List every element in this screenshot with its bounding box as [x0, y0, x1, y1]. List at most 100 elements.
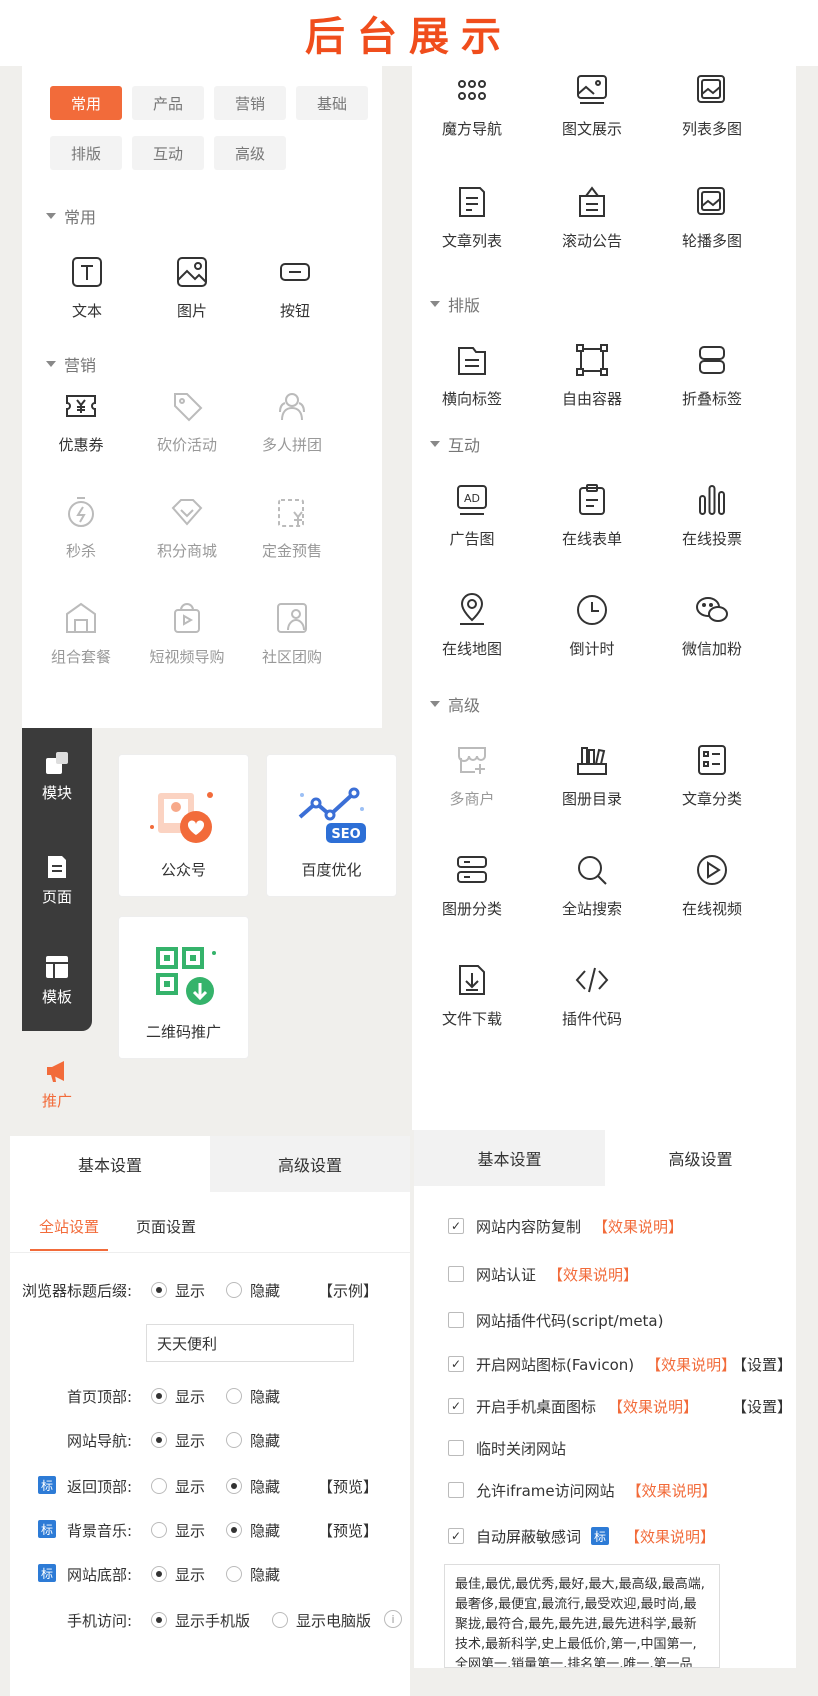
check-plugin-code[interactable]: 网站插件代码(script/meta)	[448, 1308, 663, 1332]
radio-footer-show[interactable]: 显示	[151, 1562, 205, 1586]
component-flash-sale[interactable]: 秒杀	[26, 492, 136, 572]
radio-footer-hide[interactable]: 隐藏	[226, 1562, 280, 1586]
component-community[interactable]: 社区团购	[237, 598, 347, 678]
component-album-catalog[interactable]: 图册目录	[537, 740, 647, 820]
component-short-video[interactable]: 短视频导购	[132, 598, 242, 678]
component-online-video[interactable]: 在线视频	[657, 850, 767, 930]
component-countdown[interactable]: 倒计时	[537, 590, 647, 670]
component-ad-image[interactable]: AD 广告图	[417, 480, 527, 560]
info-icon[interactable]: i	[384, 1610, 402, 1628]
section-header-interact[interactable]: 互动	[430, 432, 480, 456]
check-iframe[interactable]: 允许iframe访问网站 【效果说明】	[448, 1478, 717, 1502]
effect-link[interactable]: 【效果说明】	[548, 1264, 638, 1285]
component-plugin-code[interactable]: 插件代码	[537, 960, 647, 1040]
component-button[interactable]: 按钮	[240, 252, 350, 332]
component-online-vote[interactable]: 在线投票	[657, 480, 767, 560]
component-site-search[interactable]: 全站搜索	[537, 850, 647, 930]
component-online-map[interactable]: 在线地图	[417, 590, 527, 670]
section-header-advanced[interactable]: 高级	[430, 692, 480, 716]
component-fold-tabs[interactable]: 折叠标签	[657, 340, 767, 420]
sidebar-item-pages[interactable]: 页面	[22, 854, 92, 907]
radio-music-show[interactable]: 显示	[151, 1518, 205, 1542]
subtab-page[interactable]: 页面设置	[136, 1216, 196, 1237]
example-link[interactable]: 【示例】	[318, 1278, 378, 1302]
radio-home-top-show[interactable]: 显示	[151, 1384, 205, 1408]
promo-card-baidu-seo[interactable]: SEO 百度优化	[266, 754, 397, 897]
category-chip-interact[interactable]: 互动	[132, 136, 204, 170]
effect-link[interactable]: 【效果说明】	[627, 1480, 717, 1501]
sensitive-words-textarea[interactable]: 最佳,最优,最优秀,最好,最大,最高级,最高端,最奢侈,最便宜,最流行,最受欢迎…	[444, 1564, 720, 1668]
checkbox-checked: ✓	[448, 1398, 464, 1414]
title-suffix-input[interactable]	[146, 1324, 354, 1362]
radio-mobile-version[interactable]: 显示手机版	[151, 1608, 250, 1632]
promo-card-qrcode[interactable]: 二维码推广	[118, 916, 249, 1059]
component-coupon[interactable]: 优惠券	[26, 386, 136, 466]
radio-nav-hide[interactable]: 隐藏	[226, 1428, 280, 1452]
radio-music-hide[interactable]: 隐藏	[226, 1518, 280, 1542]
subtab-site[interactable]: 全站设置	[30, 1216, 108, 1251]
check-anti-copy[interactable]: ✓ 网站内容防复制 【效果说明】	[448, 1214, 683, 1238]
component-combo[interactable]: 组合套餐	[26, 598, 136, 678]
category-chip-marketing[interactable]: 营销	[214, 86, 286, 120]
preview-link[interactable]: 【预览】	[318, 1474, 378, 1498]
sidebar-item-modules[interactable]: 模块	[22, 750, 92, 803]
radio-title-show[interactable]: 显示	[151, 1278, 205, 1302]
component-magic-nav[interactable]: 魔方导航	[417, 70, 527, 150]
component-carousel[interactable]: 轮播多图	[657, 182, 767, 262]
radio-title-hide[interactable]: 隐藏	[226, 1278, 280, 1302]
section-header-layout[interactable]: 排版	[430, 292, 480, 316]
category-chip-advanced[interactable]: 高级	[214, 136, 286, 170]
category-chip-common[interactable]: 常用	[50, 86, 122, 120]
component-text[interactable]: 文本	[32, 252, 142, 332]
component-presale[interactable]: 定金预售	[237, 492, 347, 572]
component-image[interactable]: 图片	[137, 252, 247, 332]
collapse-caret-icon	[430, 301, 440, 307]
megaphone-icon	[47, 1061, 64, 1082]
section-header-common[interactable]: 常用	[46, 204, 96, 228]
component-article-list[interactable]: 文章列表	[417, 182, 527, 262]
radio-back-top-hide[interactable]: 隐藏	[226, 1474, 280, 1498]
preview-link[interactable]: 【预览】	[318, 1518, 378, 1542]
category-chip-basic[interactable]: 基础	[296, 86, 368, 120]
component-scroll-notice[interactable]: 滚动公告	[537, 182, 647, 262]
check-sensitive-words[interactable]: ✓ 自动屏蔽敏感词标【效果说明】	[448, 1524, 715, 1548]
component-bargain[interactable]: 砍价活动	[132, 386, 242, 466]
effect-link[interactable]: 【效果说明】	[646, 1354, 736, 1375]
promo-card-official-account[interactable]: 公众号	[118, 754, 249, 897]
component-points-mall[interactable]: 积分商城	[132, 492, 242, 572]
category-chip-layout[interactable]: 排版	[50, 136, 122, 170]
tab-advanced-settings[interactable]: 高级设置	[210, 1136, 410, 1192]
component-group-buy[interactable]: 多人拼团	[237, 386, 347, 466]
component-multi-merchant[interactable]: 多商户	[417, 740, 527, 820]
component-album-category[interactable]: 图册分类	[417, 850, 527, 930]
effect-link[interactable]: 【效果说明】	[593, 1216, 683, 1237]
check-favicon[interactable]: ✓ 开启网站图标(Favicon) 【效果说明】	[448, 1352, 736, 1376]
tab-basic-settings[interactable]: 基本设置	[414, 1130, 605, 1186]
check-desktop-icon[interactable]: ✓ 开启手机桌面图标 【效果说明】	[448, 1394, 698, 1418]
check-close-site[interactable]: 临时关闭网站	[448, 1436, 566, 1460]
component-horizontal-tabs[interactable]: 横向标签	[417, 340, 527, 420]
sidebar-item-promotion[interactable]: 推广	[22, 1058, 92, 1111]
component-online-form[interactable]: 在线表单	[537, 480, 647, 560]
tab-basic-settings[interactable]: 基本设置	[10, 1136, 210, 1192]
component-list-multi-image[interactable]: 列表多图	[657, 70, 767, 150]
radio-back-top-show[interactable]: 显示	[151, 1474, 205, 1498]
radio-nav-show[interactable]: 显示	[151, 1428, 205, 1452]
sidebar-item-templates[interactable]: 模板	[22, 954, 92, 1007]
component-wechat-follow[interactable]: 微信加粉	[657, 590, 767, 670]
effect-link[interactable]: 【效果说明】	[608, 1396, 698, 1417]
check-site-auth[interactable]: 网站认证 【效果说明】	[448, 1262, 638, 1286]
effect-link[interactable]: 【效果说明】	[625, 1526, 715, 1547]
component-file-download[interactable]: 文件下载	[417, 960, 527, 1040]
tab-advanced-settings[interactable]: 高级设置	[605, 1130, 796, 1186]
component-free-container[interactable]: 自由容器	[537, 340, 647, 420]
radio-home-top-hide[interactable]: 隐藏	[226, 1384, 280, 1408]
component-article-category[interactable]: 文章分类	[657, 740, 767, 820]
radio-unselected	[226, 1566, 242, 1582]
settings-link[interactable]: 【设置】	[732, 1394, 792, 1418]
category-chip-product[interactable]: 产品	[132, 86, 204, 120]
section-header-marketing[interactable]: 营销	[46, 352, 96, 376]
settings-link[interactable]: 【设置】	[732, 1352, 792, 1376]
component-image-text[interactable]: 图文展示	[537, 70, 647, 150]
radio-desktop-version[interactable]: 显示电脑版	[272, 1608, 371, 1632]
